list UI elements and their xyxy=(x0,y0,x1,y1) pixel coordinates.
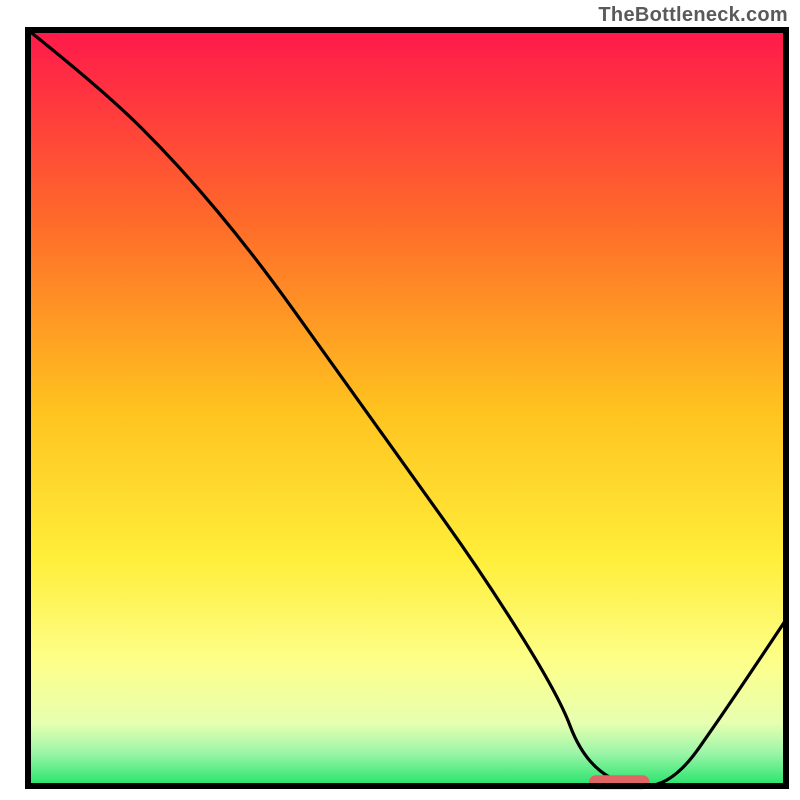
chart-svg xyxy=(0,0,800,800)
plot-background xyxy=(31,33,783,783)
chart-container: TheBottleneck.com xyxy=(0,0,800,800)
watermark-text: TheBottleneck.com xyxy=(598,4,788,27)
